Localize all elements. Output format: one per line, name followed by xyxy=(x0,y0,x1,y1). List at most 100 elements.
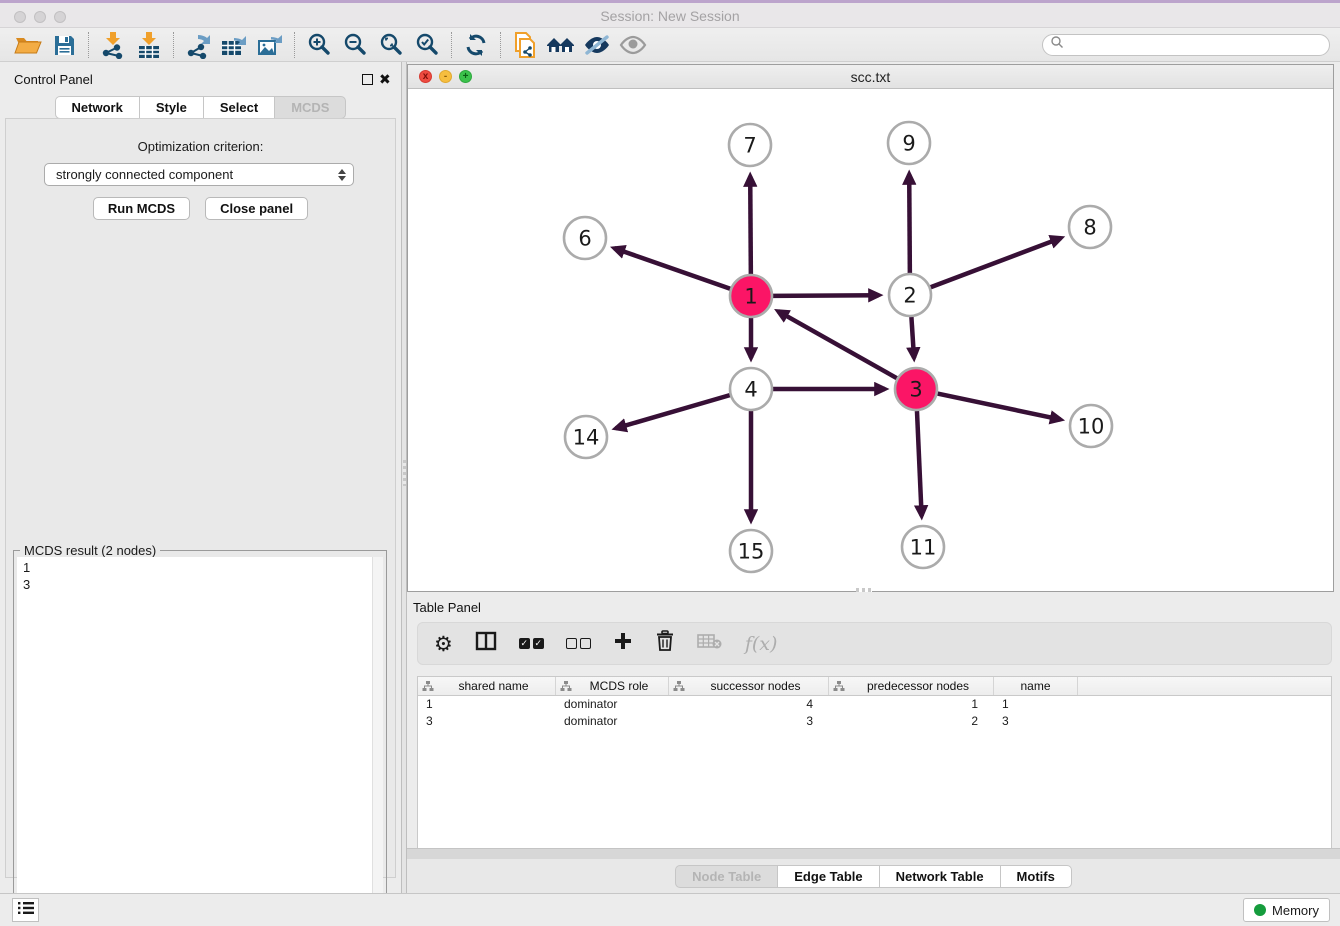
zoom-fit-button[interactable] xyxy=(373,30,409,60)
cell-mcds-role[interactable]: dominator xyxy=(556,696,669,713)
column-header-name[interactable]: name xyxy=(994,677,1078,695)
hide-selected-button[interactable] xyxy=(579,30,615,60)
node-table[interactable]: shared name MCDS role successor nodes pr… xyxy=(417,676,1332,848)
graph-node-11[interactable]: 11 xyxy=(902,526,944,568)
tab-motifs[interactable]: Motifs xyxy=(1000,865,1072,888)
import-table-button[interactable] xyxy=(131,30,167,60)
tab-network-table[interactable]: Network Table xyxy=(879,865,1000,888)
memory-label: Memory xyxy=(1272,903,1319,918)
run-mcds-button[interactable]: Run MCDS xyxy=(93,197,190,220)
graph-edge-1-7[interactable] xyxy=(750,176,751,274)
graph-edge-2-9[interactable] xyxy=(909,174,910,273)
plus-icon xyxy=(613,631,633,656)
column-header-successor-nodes[interactable]: successor nodes xyxy=(669,677,829,695)
cell-predecessor-nodes[interactable]: 2 xyxy=(829,713,994,730)
graph-node-8[interactable]: 8 xyxy=(1069,206,1111,248)
tab-node-table[interactable]: Node Table xyxy=(675,865,777,888)
cell-predecessor-nodes[interactable]: 1 xyxy=(829,696,994,713)
cell-mcds-role[interactable]: dominator xyxy=(556,713,669,730)
tree-icon xyxy=(673,680,685,692)
unselect-all-columns-button[interactable] xyxy=(566,630,591,658)
home-icon xyxy=(546,33,576,57)
svg-text:1: 1 xyxy=(744,285,757,309)
criterion-select[interactable]: strongly connected component xyxy=(44,163,354,186)
column-header-mcds-role[interactable]: MCDS role xyxy=(556,677,669,695)
close-panel-icon[interactable]: ✖ xyxy=(379,71,391,88)
cell-name[interactable]: 1 xyxy=(994,696,1078,713)
cell-name[interactable]: 3 xyxy=(994,713,1078,730)
clone-network-button[interactable] xyxy=(507,30,543,60)
zoom-in-button[interactable] xyxy=(301,30,337,60)
tab-edge-table[interactable]: Edge Table xyxy=(777,865,878,888)
task-history-button[interactable] xyxy=(12,898,39,922)
memory-status-icon xyxy=(1254,904,1266,916)
tab-select[interactable]: Select xyxy=(203,96,274,119)
search-field[interactable] xyxy=(1042,34,1330,56)
mcds-result-list[interactable]: 1 3 xyxy=(17,557,372,922)
zoom-out-icon xyxy=(342,32,368,58)
graph-edge-3-11[interactable] xyxy=(917,411,922,516)
select-stepper-icon xyxy=(334,164,349,185)
graph-node-6[interactable]: 6 xyxy=(564,217,606,259)
graph-node-7[interactable]: 7 xyxy=(729,124,771,166)
import-network-button[interactable] xyxy=(95,30,131,60)
graph-node-9[interactable]: 9 xyxy=(888,122,930,164)
network-window-titlebar[interactable]: x - + scc.txt xyxy=(408,65,1333,89)
graph-edge-2-8[interactable] xyxy=(931,238,1061,287)
graph-edge-4-14[interactable] xyxy=(616,395,730,428)
graph-edge-3-1[interactable] xyxy=(778,311,897,378)
tab-mcds[interactable]: MCDS xyxy=(274,96,346,119)
float-panel-icon[interactable] xyxy=(362,74,373,85)
graph-node-10[interactable]: 10 xyxy=(1070,405,1112,447)
graph-edge-3-10[interactable] xyxy=(938,394,1061,420)
memory-button[interactable]: Memory xyxy=(1243,898,1330,922)
save-session-button[interactable] xyxy=(46,30,82,60)
network-canvas[interactable]: 7 9 6 8 1 2 4 3 14 10 15 11 xyxy=(408,89,1333,591)
graph-node-1[interactable]: 1 xyxy=(730,275,772,317)
column-header-shared-name[interactable]: shared name xyxy=(418,677,556,695)
export-network-button[interactable] xyxy=(180,30,216,60)
delete-table-button[interactable] xyxy=(697,630,723,658)
checked-checkbox-icon: ✓ xyxy=(519,638,530,649)
search-input[interactable] xyxy=(1064,38,1329,52)
table-panel-strip xyxy=(407,848,1340,859)
home-layout-button[interactable] xyxy=(543,30,579,60)
graph-edge-1-6[interactable] xyxy=(614,248,730,289)
column-header-predecessor-nodes[interactable]: predecessor nodes xyxy=(829,677,994,695)
graph-node-2[interactable]: 2 xyxy=(889,274,931,316)
select-all-columns-button[interactable]: ✓ ✓ xyxy=(519,630,544,658)
delete-column-button[interactable] xyxy=(655,630,675,658)
open-session-button[interactable] xyxy=(10,30,46,60)
graph-node-14[interactable]: 14 xyxy=(565,416,607,458)
show-columns-button[interactable] xyxy=(475,630,497,658)
svg-text:7: 7 xyxy=(743,134,756,158)
network-graph[interactable]: 7 9 6 8 1 2 4 3 14 10 15 11 xyxy=(408,89,1333,591)
refresh-layout-button[interactable] xyxy=(458,30,494,60)
show-all-button[interactable] xyxy=(615,30,651,60)
zoom-selected-button[interactable] xyxy=(409,30,445,60)
graph-edge-2-3[interactable] xyxy=(911,317,914,358)
zoom-selected-icon xyxy=(414,32,440,58)
result-scrollbar[interactable] xyxy=(372,557,383,922)
cell-successor-nodes[interactable]: 4 xyxy=(669,696,829,713)
cell-successor-nodes[interactable]: 3 xyxy=(669,713,829,730)
table-settings-button[interactable]: ⚙ xyxy=(434,630,453,658)
table-row[interactable]: 3 dominator 3 2 3 xyxy=(418,713,1331,730)
cell-shared-name[interactable]: 3 xyxy=(418,713,556,730)
zoom-out-button[interactable] xyxy=(337,30,373,60)
cell-shared-name[interactable]: 1 xyxy=(418,696,556,713)
tab-style[interactable]: Style xyxy=(139,96,203,119)
export-table-button[interactable] xyxy=(216,30,252,60)
tab-network[interactable]: Network xyxy=(55,96,139,119)
create-column-button[interactable] xyxy=(613,630,633,658)
delete-table-icon xyxy=(697,632,723,655)
graph-node-4[interactable]: 4 xyxy=(730,368,772,410)
function-builder-button[interactable]: f(x) xyxy=(745,630,778,658)
close-panel-button[interactable]: Close panel xyxy=(205,197,308,220)
table-row[interactable]: 1 dominator 4 1 1 xyxy=(418,696,1331,713)
frame-resize-grip[interactable] xyxy=(856,588,872,592)
graph-node-15[interactable]: 15 xyxy=(730,530,772,572)
graph-node-3[interactable]: 3 xyxy=(895,368,937,410)
export-image-button[interactable] xyxy=(252,30,288,60)
graph-edge-1-2[interactable] xyxy=(773,295,879,296)
